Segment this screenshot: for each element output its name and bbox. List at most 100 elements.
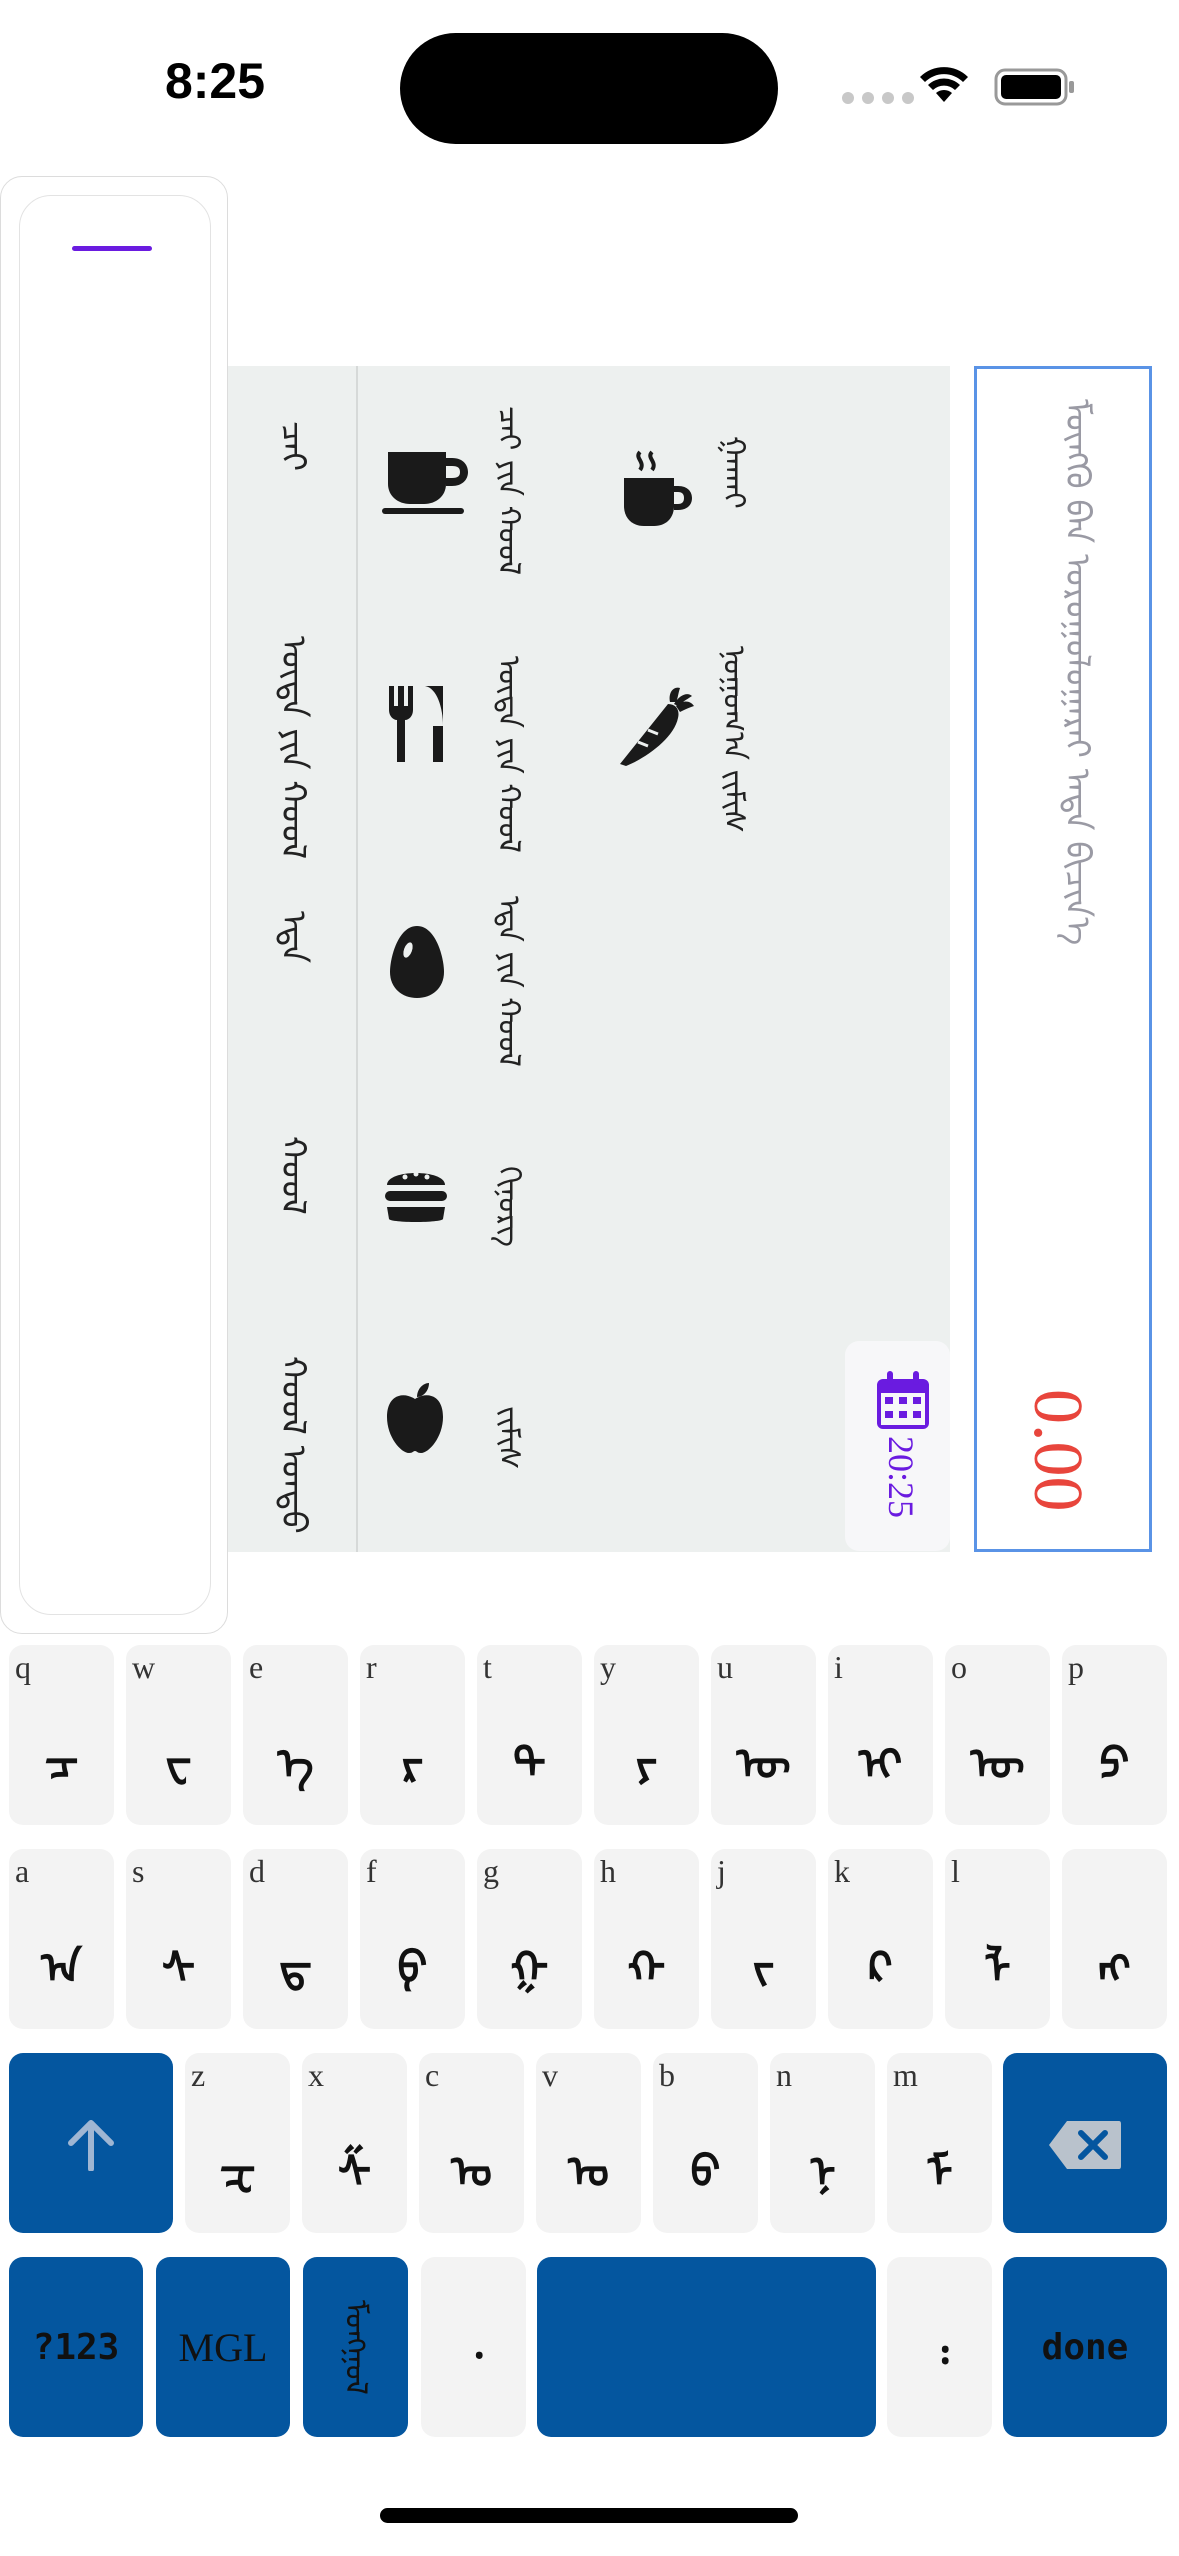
key-latin: c [425,2057,440,2093]
category-name-snack[interactable]: ᠬᠢᠨ᠋ᠤᠷᠭ [491,1166,526,1247]
key-ng[interactable]: ᠩ [1062,1849,1167,2029]
key-glyph: ᠣ [450,2147,492,2198]
backspace-icon [1049,2121,1121,2169]
key-latin: s [132,1853,145,1889]
key-s[interactable]: sᠰ [126,1849,231,2029]
category-label-egg[interactable]: ᠡᠳᠡ [273,911,313,963]
colon-key[interactable]: ᠄ [887,2257,992,2437]
key-glyph: ᠡ [277,1739,314,1790]
dynamic-island [400,33,778,144]
key-latin: j [717,1853,726,1889]
key-c[interactable]: cᠣ [419,2053,524,2233]
subcategory-name-vegetable[interactable]: ᠨᠣᠭᠣᠭ᠎ᠠ ᠵᠢᠮᠢᠰ [716,646,751,833]
key-latin: w [132,1649,156,1685]
note-input-panel[interactable] [0,176,228,1634]
key-glyph: ᠵ [752,1943,775,1994]
key-l[interactable]: lᠯ [945,1849,1050,2029]
numbers-key[interactable]: ?123 [9,2257,143,2437]
apple-icon[interactable] [383,1381,447,1455]
key-x[interactable]: xᠱ [302,2053,407,2233]
key-t[interactable]: tᠲ [477,1645,582,1825]
key-h[interactable]: hᠬ [594,1849,699,2029]
amount-input[interactable]: ᠮᠥᠩᠭᠦ ᠪᠠᠨ ᠣᠷᠣᠭᠤᠯᠤᠭᠠᠷᠠᠢ ᠡᠨᠳᠡ ᠪᠢᠴᠢᠨ᠎ᠡ 0.00 [974,366,1152,1552]
key-latin: h [600,1853,616,1889]
key-z[interactable]: zᠽ [185,2053,290,2233]
key-glyph: ᠢ [858,1739,903,1790]
shift-key[interactable] [9,2053,173,2233]
shift-arrow-icon [68,2120,114,2171]
key-glyph: ᠸ [165,1739,192,1790]
amount-placeholder: ᠮᠥᠩᠭᠦ ᠪᠠᠨ ᠣᠷᠣᠭᠤᠯᠤᠭᠠᠷᠠᠢ ᠡᠨᠳᠡ ᠪᠢᠴᠢᠨ᠎ᠡ [1057,399,1097,946]
key-d[interactable]: dᠳ [243,1849,348,2029]
wifi-icon [920,67,968,102]
key-glyph: ᠨ [809,2147,836,2198]
key-latin: k [834,1853,850,1889]
key-latin: b [659,2057,675,2093]
category-label-lunch[interactable]: ᠦᠳᠡ ᠶᠢᠨ ᠬᠣᠣᠯ [273,636,313,859]
backspace-key[interactable] [1003,2053,1167,2233]
category-panel: ᠬᠣᠣᠯ ᠤᠨᠳᠤ ᠬᠣᠣᠯ ᠡᠳᠡ ᠦᠳᠡ ᠶᠢᠨ ᠬᠣᠣᠯ ᠴᠠᠢ ᠵᠢᠮᠢ… [228,366,950,1552]
category-name-egg[interactable]: ᠡᠳᠡ ᠶᠢᠨ ᠬᠣᠣᠯ [491,896,526,1067]
cup-saucer-icon[interactable] [380,448,472,516]
category-label-fruit[interactable]: ᠬᠣᠣᠯ ᠤᠨᠳᠤ [273,1356,313,1534]
category-name-fruit[interactable]: ᠵᠢᠮᠢᠰ [491,1406,526,1469]
key-v[interactable]: vᠤ [536,2053,641,2233]
key-q[interactable]: qᠴ [9,1645,114,1825]
home-indicator[interactable] [380,2508,798,2523]
category-label-snack[interactable]: ᠬᠣᠣᠯ [273,1136,313,1215]
key-y[interactable]: yᠶ [594,1645,699,1825]
key-w[interactable]: wᠸ [126,1645,231,1825]
key-latin: z [191,2057,206,2093]
key-r[interactable]: rᠷ [360,1645,465,1825]
key-latin: i [834,1649,843,1685]
key-b[interactable]: bᠪ [653,2053,758,2233]
key-glyph: ᠱ [337,2147,372,2198]
category-label-tea[interactable]: ᠴᠠᠢ [273,421,313,471]
script-key[interactable]: ᠮᠣᠩᠭᠣᠯ [303,2257,408,2437]
key-j[interactable]: jᠵ [711,1849,816,2029]
key-m[interactable]: mᠮ [887,2053,992,2233]
key-latin: y [600,1649,616,1685]
fork-knife-icon[interactable] [383,684,449,764]
key-glyph: ᠠ [41,1943,82,1994]
mgl-key-label: MGL [178,2324,268,2370]
done-key-label: done [1041,2326,1129,2368]
key-glyph: ᠷ [401,1739,424,1790]
key-i[interactable]: iᠢ [828,1645,933,1825]
calendar-icon [877,1371,929,1429]
burger-icon[interactable] [383,1161,449,1225]
numbers-key-label: ?123 [32,2326,120,2368]
key-latin: a [15,1853,30,1889]
comma-key[interactable]: ᠂ [421,2257,526,2437]
key-k[interactable]: kᠺ [828,1849,933,2029]
done-key[interactable]: done [1003,2257,1167,2437]
egg-icon[interactable] [388,924,446,1000]
date-picker-button[interactable]: 20:25 [845,1341,950,1551]
mgl-key[interactable]: MGL [156,2257,290,2437]
key-latin: m [893,2057,918,2093]
category-divider [356,366,358,1552]
hot-drink-icon[interactable] [620,448,694,528]
date-value: 20:25 [881,1436,921,1519]
key-n[interactable]: nᠨ [770,2053,875,2233]
category-name-lunch[interactable]: ᠦᠳᠡ ᠶᠢᠨ ᠬᠣᠣᠯ [491,656,526,853]
key-g[interactable]: gᠭ [477,1849,582,2029]
subcategory-name-hot-drink[interactable]: ᠭᠠᠬᠠᠢ [716,436,751,509]
carrot-icon[interactable] [618,686,694,766]
key-latin: q [15,1649,31,1685]
key-a[interactable]: aᠠ [9,1849,114,2029]
key-latin: u [717,1649,733,1685]
note-input-field[interactable] [19,195,211,1615]
key-u[interactable]: uᠦ [711,1645,816,1825]
key-f[interactable]: fᠹ [360,1849,465,2029]
category-name-tea[interactable]: ᠴᠠᠢ ᠶᠢᠨ ᠬᠣᠣᠯ [491,406,526,575]
space-key[interactable] [537,2257,876,2437]
key-glyph: ᠴ [44,1739,79,1790]
key-latin: e [249,1649,264,1685]
key-o[interactable]: oᠥ [945,1645,1050,1825]
amount-value: 0.00 [1019,1389,1096,1512]
key-p[interactable]: pᠫ [1062,1645,1167,1825]
key-latin: f [366,1853,377,1889]
key-e[interactable]: eᠡ [243,1645,348,1825]
key-glyph: ᠺ [868,1943,893,1994]
